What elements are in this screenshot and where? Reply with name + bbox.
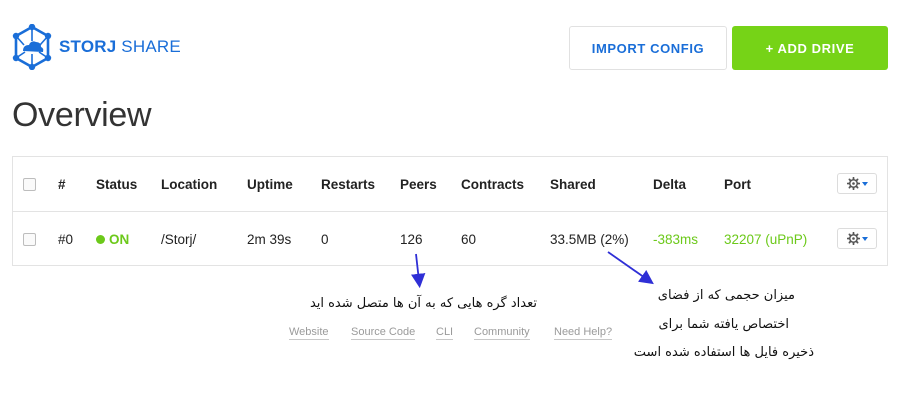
column-header-delta[interactable]: Delta — [653, 157, 686, 211]
column-header-peers[interactable]: Peers — [400, 157, 437, 211]
row-delta: -383ms — [653, 231, 699, 247]
footer-link-cli[interactable]: CLI — [436, 326, 454, 340]
table-row[interactable]: #0 ON /Storj/ 2m 39s 0 126 60 33.5MB (2%… — [13, 212, 887, 266]
gear-icon — [846, 177, 860, 190]
row-uptime: 2m 39s — [247, 231, 292, 247]
column-header-port[interactable]: Port — [724, 157, 751, 211]
column-header-uptime[interactable]: Uptime — [247, 157, 293, 211]
import-config-button[interactable]: IMPORT CONFIG — [569, 26, 727, 70]
footer-link-community[interactable]: Community — [474, 326, 530, 340]
table-settings-button[interactable] — [837, 173, 877, 194]
table-header-row: # Status Location Uptime Restarts Peers … — [13, 157, 887, 212]
row-settings-button[interactable] — [837, 228, 877, 249]
status-badge: ON — [96, 212, 129, 266]
column-header-status[interactable]: Status — [96, 157, 137, 211]
drives-table: # Status Location Uptime Restarts Peers … — [12, 156, 888, 266]
column-header-location[interactable]: Location — [161, 157, 217, 211]
select-all-checkbox[interactable] — [23, 177, 36, 191]
column-header-index[interactable]: # — [58, 157, 66, 211]
shared-annotation-line-3: ذخیره فایل ها استفاده شده است — [633, 345, 814, 360]
gear-icon — [846, 232, 860, 245]
brand-name-light: SHARE — [116, 37, 181, 56]
footer-link-website[interactable]: Website — [289, 326, 329, 340]
brand-name: STORJ SHARE — [59, 37, 181, 57]
row-contracts: 60 — [461, 231, 477, 247]
status-text: ON — [109, 231, 130, 247]
add-drive-button[interactable]: + ADD DRIVE — [732, 26, 888, 70]
row-location: /Storj/ — [161, 231, 197, 247]
row-index: #0 — [58, 231, 74, 247]
column-header-restarts[interactable]: Restarts — [321, 157, 375, 211]
row-port: 32207 (uPnP) — [724, 231, 808, 247]
column-header-contracts[interactable]: Contracts — [461, 157, 524, 211]
storj-logo[interactable]: STORJ SHARE — [12, 24, 181, 70]
page-title: Overview — [12, 96, 152, 134]
app-header: STORJ SHARE IMPORT CONFIG + ADD DRIVE — [0, 0, 900, 95]
chevron-down-icon — [861, 181, 868, 186]
shared-annotation-line-2: اختصاص یافته شما برای — [658, 317, 789, 332]
chevron-down-icon — [861, 236, 868, 241]
column-header-shared[interactable]: Shared — [550, 157, 596, 211]
footer-link-source-code[interactable]: Source Code — [351, 326, 416, 340]
shared-annotation-line-1: میزان حجمی که از فضای — [657, 288, 795, 303]
storj-hexagon-logo-icon — [12, 24, 52, 70]
peers-annotation: تعداد گره هایی که به آن ها متصل شده اید — [309, 296, 537, 311]
status-dot-icon — [96, 234, 105, 244]
row-shared: 33.5MB (2%) — [550, 231, 629, 247]
row-select-checkbox[interactable] — [23, 232, 36, 246]
row-restarts: 0 — [321, 231, 329, 247]
brand-name-bold: STORJ — [59, 37, 117, 56]
row-peers: 126 — [400, 231, 423, 247]
footer-link-need-help[interactable]: Need Help? — [554, 326, 613, 340]
